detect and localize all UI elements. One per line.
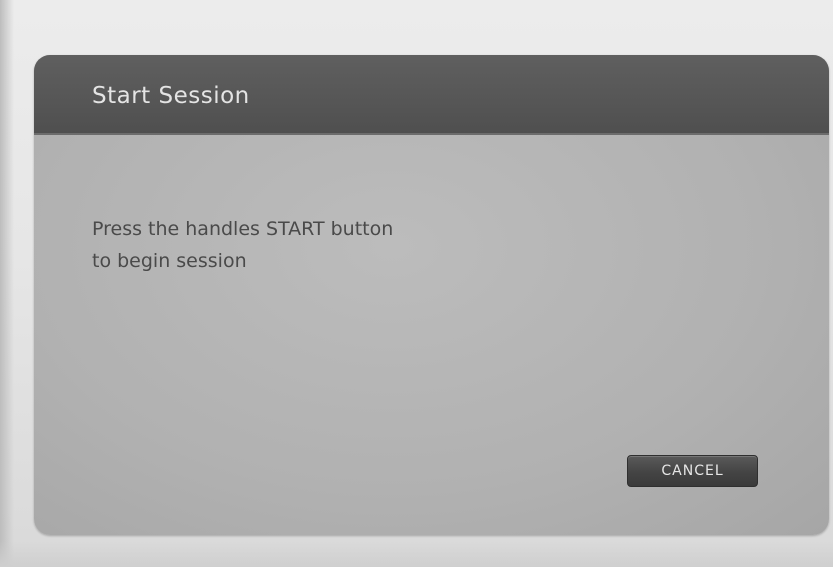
cancel-button[interactable]: CANCEL [627,455,758,487]
dialog-message-line: Press the handles START button [92,218,394,240]
dialog-message-line: to begin session [92,250,247,272]
dialog-title-bar: Start Session [34,55,829,135]
page-edge-shadow [0,0,14,567]
dialog-title: Start Session [92,83,250,109]
dialog-message: Press the handles START button to begin … [92,213,552,277]
page-bottom-shadow [0,541,833,567]
start-session-dialog: Start Session Press the handles START bu… [34,55,829,535]
